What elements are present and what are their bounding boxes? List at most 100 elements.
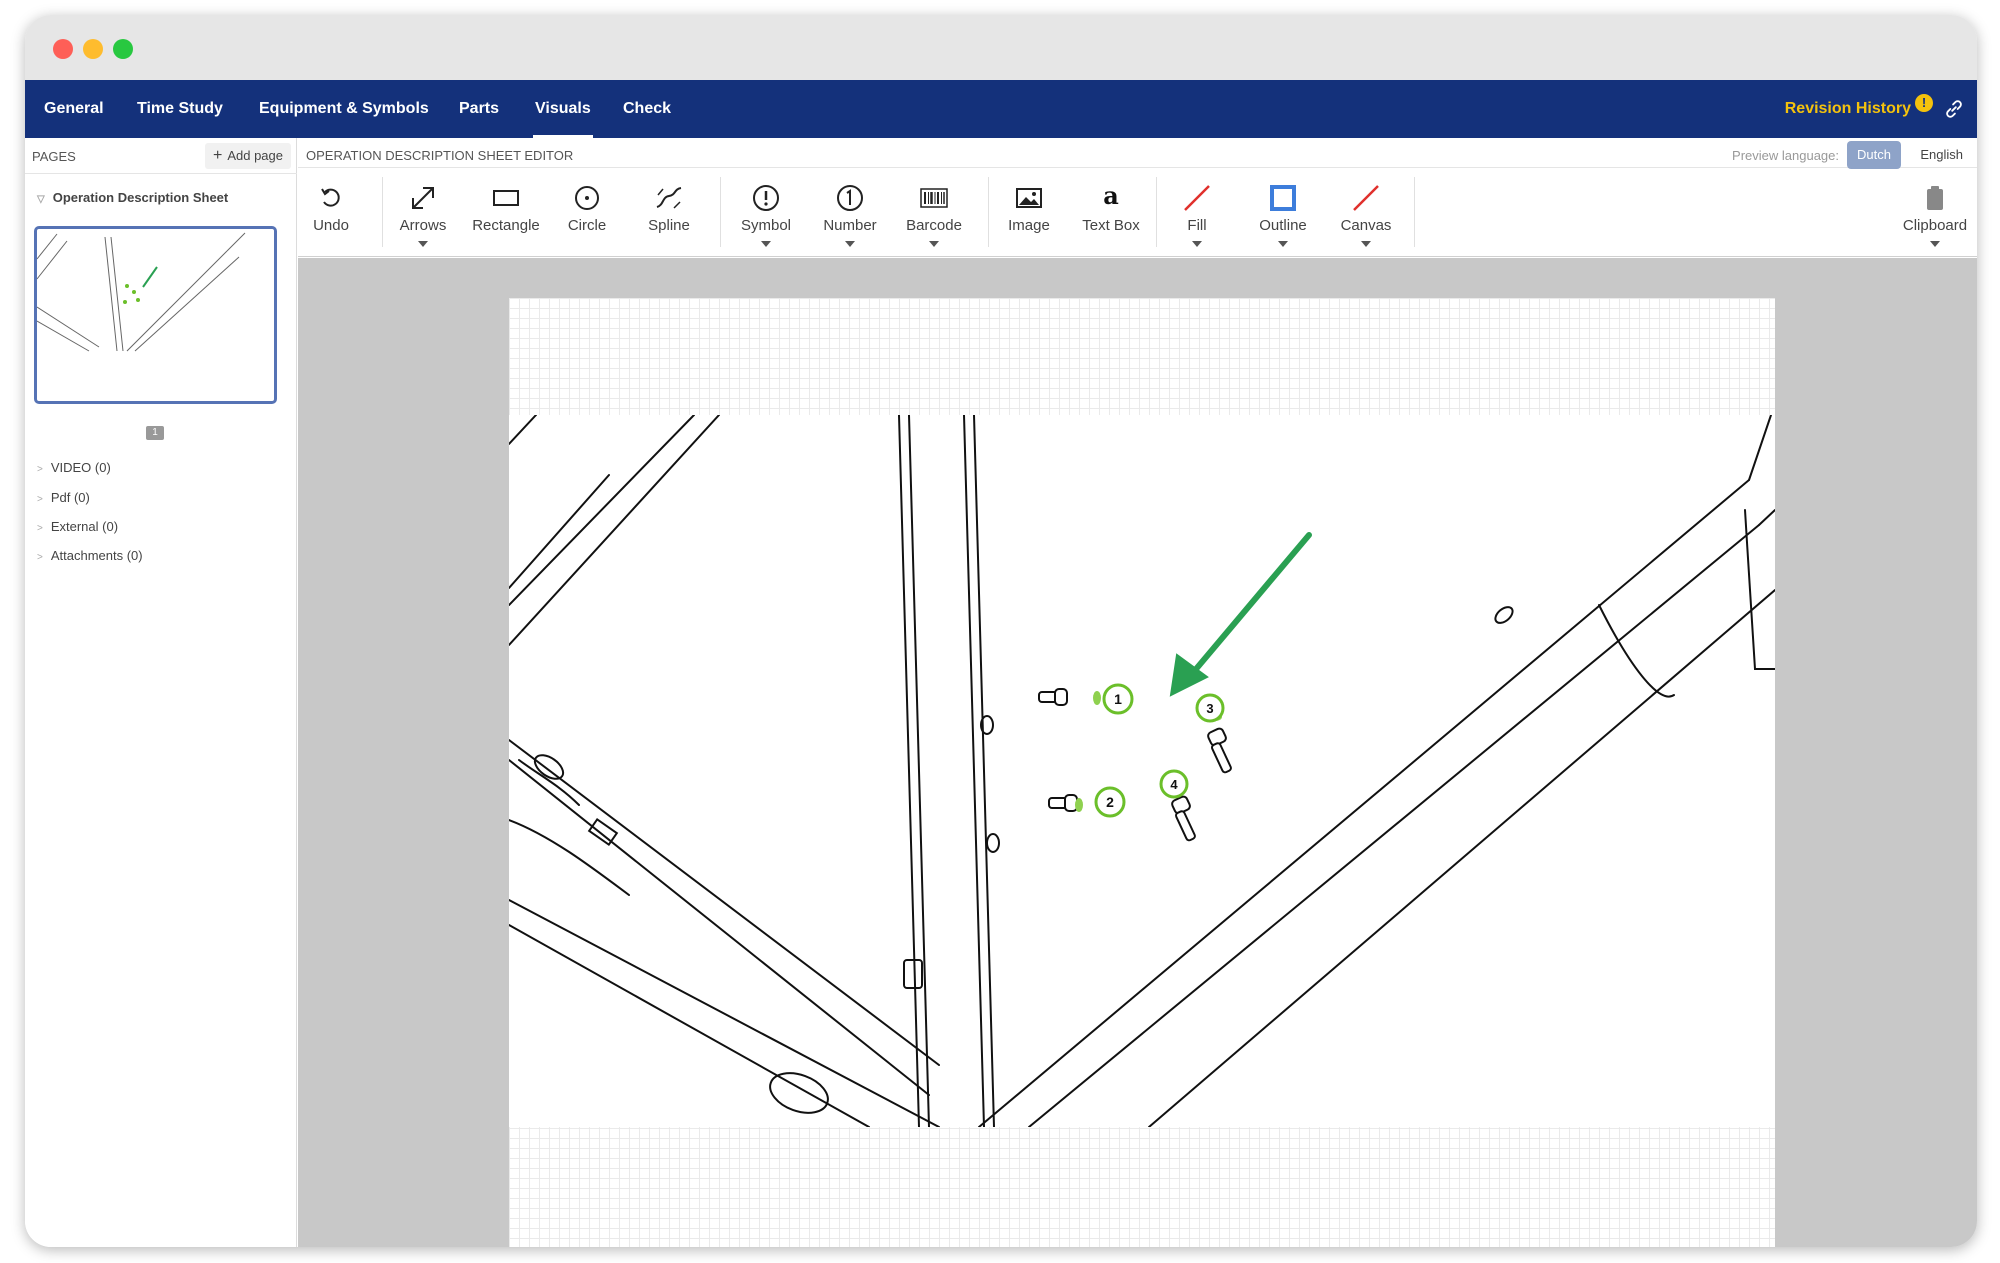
canvas-color-button[interactable]: Canvas xyxy=(1326,169,1406,257)
spline-tool-button[interactable]: Spline xyxy=(636,169,702,257)
pages-heading: PAGES xyxy=(32,149,76,164)
plus-icon: + xyxy=(212,147,223,164)
circle-icon xyxy=(575,186,599,210)
tool-label: Spline xyxy=(648,217,690,234)
callout-2-number: 2 xyxy=(1106,794,1114,810)
add-page-button[interactable]: + Add page xyxy=(204,143,291,169)
text-box-icon: a xyxy=(1103,181,1119,210)
dropdown-caret-icon xyxy=(1192,241,1202,247)
green-arrow xyxy=(1169,532,1312,697)
barcode-icon xyxy=(920,188,948,208)
chevron-right-icon: > xyxy=(37,494,43,505)
dropdown-caret-icon xyxy=(929,241,939,247)
sidebar-item-external[interactable]: > External (0) xyxy=(37,519,118,534)
revision-history-link[interactable]: Revision History xyxy=(1785,80,1911,138)
page-thumbnail-preview xyxy=(37,232,246,352)
no-fill-icon xyxy=(1184,185,1210,211)
clipboard-icon xyxy=(1927,186,1943,210)
fill-color-button[interactable]: Fill xyxy=(1164,169,1230,257)
language-english-button[interactable]: English xyxy=(1910,141,1973,169)
barcode-tool-button[interactable]: Barcode xyxy=(894,169,974,257)
tool-label: Rectangle xyxy=(472,217,540,234)
chevron-down-icon: ▽ xyxy=(37,194,45,205)
outline-color-button[interactable]: Outline xyxy=(1243,169,1323,257)
arrows-tool-button[interactable]: Arrows xyxy=(390,169,456,257)
tool-label: Circle xyxy=(567,217,607,234)
tool-label: Outline xyxy=(1259,217,1307,234)
screw-1-graphic xyxy=(1038,688,1068,706)
tab-equipment-symbols[interactable]: Equipment & Symbols xyxy=(259,80,429,138)
minimize-window-button[interactable] xyxy=(83,39,103,59)
sidebar-item-operation-description-sheet[interactable]: ▽ Operation Description Sheet xyxy=(37,190,228,205)
app-window: General Time Study Equipment & Symbols P… xyxy=(25,15,1977,1247)
callout-3-number: 3 xyxy=(1206,701,1213,716)
screw-4-graphic xyxy=(1171,795,1196,842)
tab-general[interactable]: General xyxy=(44,80,104,138)
toolbar-divider xyxy=(988,177,989,247)
canvas-icon xyxy=(1353,185,1379,211)
tool-label: Undo xyxy=(313,217,349,234)
sidebar-item-attachments[interactable]: > Attachments (0) xyxy=(37,548,143,563)
main-navigation: General Time Study Equipment & Symbols P… xyxy=(25,80,1977,138)
undo-button[interactable]: Undo xyxy=(298,169,364,257)
editor-title: OPERATION DESCRIPTION SHEET EDITOR xyxy=(306,148,574,163)
chevron-right-icon: > xyxy=(37,523,43,534)
tab-parts[interactable]: Parts xyxy=(459,80,499,138)
screw-2-graphic xyxy=(1048,794,1078,812)
page-thumbnail[interactable] xyxy=(34,226,277,404)
tab-time-study[interactable]: Time Study xyxy=(137,80,223,138)
tab-check[interactable]: Check xyxy=(623,80,671,138)
window-titlebar xyxy=(25,15,1977,80)
clipboard-button[interactable]: Clipboard xyxy=(1893,169,1977,257)
dropdown-caret-icon xyxy=(761,241,771,247)
bicycle-frame-drawing: 1 2 3 4 xyxy=(509,415,1775,1127)
tool-label: Number xyxy=(823,217,877,234)
text-box-tool-button[interactable]: a Text Box xyxy=(1076,169,1146,257)
tool-label: Arrows xyxy=(399,217,447,234)
dropdown-caret-icon xyxy=(1278,241,1288,247)
toolbar-divider xyxy=(382,177,383,247)
image-tool-button[interactable]: Image xyxy=(996,169,1062,257)
callout-4-number: 4 xyxy=(1170,777,1178,792)
warning-badge: ! xyxy=(1915,94,1933,112)
add-page-label: Add page xyxy=(227,148,283,163)
spline-icon xyxy=(656,187,682,209)
sheet-label: Operation Description Sheet xyxy=(52,190,229,205)
preview-language-label: Preview language: xyxy=(1732,148,1839,163)
number-tool-button[interactable]: Number xyxy=(810,169,890,257)
circle-tool-button[interactable]: Circle xyxy=(554,169,620,257)
toolbar-divider xyxy=(1414,177,1415,247)
toolbar-divider xyxy=(1156,177,1157,247)
sidebar-item-label: External (0) xyxy=(50,519,119,534)
screw-3-graphic xyxy=(1207,727,1232,774)
rectangle-icon xyxy=(493,190,519,206)
tool-label: Clipboard xyxy=(1902,217,1968,234)
arrows-icon xyxy=(412,187,434,209)
symbol-icon xyxy=(753,185,779,211)
pages-sidebar: PAGES + Add page ▽ Operation Description S… xyxy=(25,138,297,1247)
dropdown-caret-icon xyxy=(1361,241,1371,247)
sidebar-item-pdf[interactable]: > Pdf (0) xyxy=(37,490,90,505)
symbol-tool-button[interactable]: Symbol xyxy=(726,169,806,257)
sidebar-item-video[interactable]: > VIDEO (0) xyxy=(37,460,111,475)
tab-visuals[interactable]: Visuals xyxy=(533,80,593,138)
maximize-window-button[interactable] xyxy=(113,39,133,59)
technical-drawing[interactable]: 1 2 3 4 xyxy=(509,415,1775,1127)
rectangle-tool-button[interactable]: Rectangle xyxy=(468,169,544,257)
sidebar-item-label: Pdf (0) xyxy=(50,490,90,505)
canvas-area[interactable]: 1 2 3 4 xyxy=(298,258,1977,1247)
chevron-right-icon: > xyxy=(37,552,43,563)
sidebar-header: PAGES + Add page xyxy=(25,138,297,174)
drawing-toolbar: Undo Arrows Rectangle Circle Spline Symb… xyxy=(298,169,1977,257)
sidebar-item-label: VIDEO (0) xyxy=(50,460,111,475)
drawing-page[interactable]: 1 2 3 4 xyxy=(509,298,1775,1247)
image-icon xyxy=(1016,188,1042,208)
link-icon[interactable] xyxy=(1943,98,1965,120)
language-dutch-button[interactable]: Dutch xyxy=(1847,141,1901,169)
undo-icon xyxy=(321,188,340,207)
chevron-right-icon: > xyxy=(37,464,43,475)
tool-label: Barcode xyxy=(906,217,962,234)
page-number-badge: 1 xyxy=(146,426,164,440)
dropdown-caret-icon xyxy=(418,241,428,247)
close-window-button[interactable] xyxy=(53,39,73,59)
